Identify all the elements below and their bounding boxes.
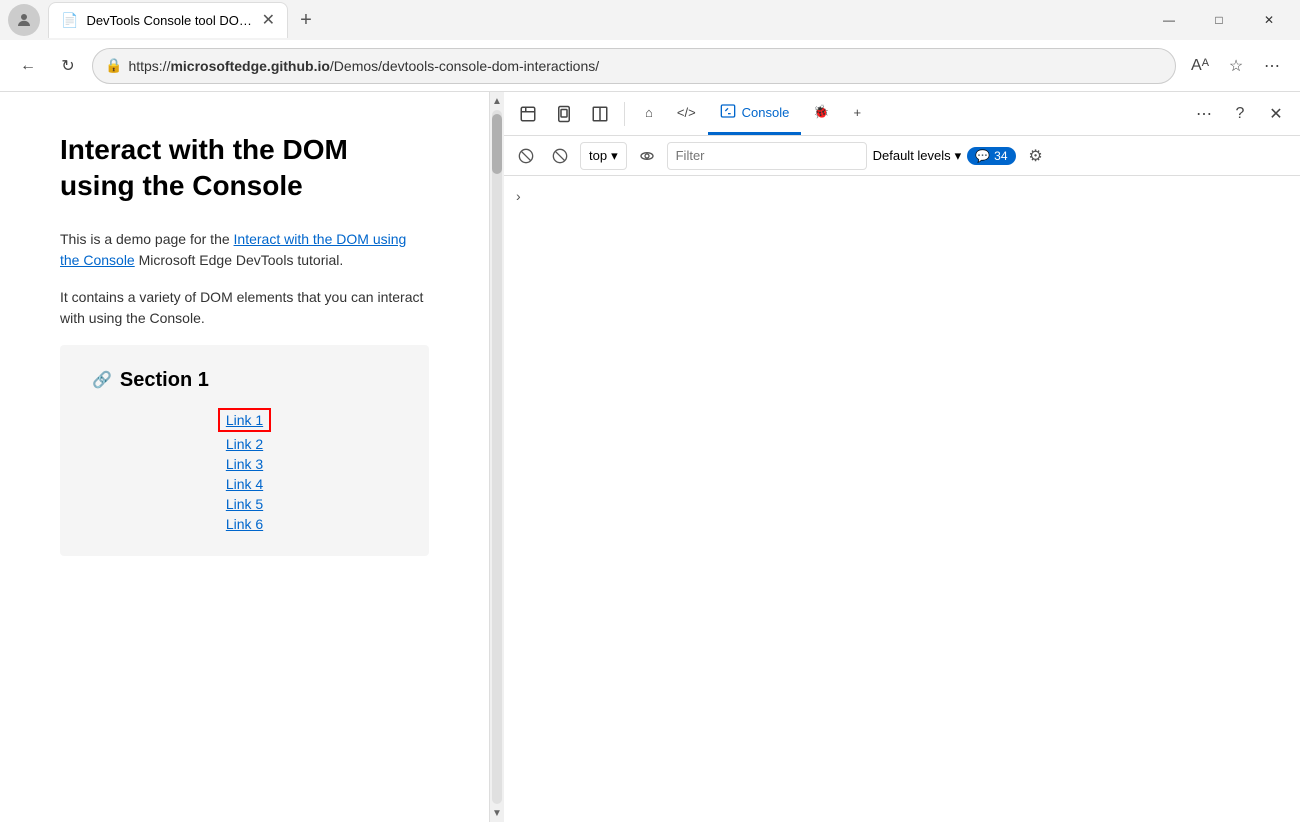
page-heading: Interact with the DOM using the Console xyxy=(60,132,429,205)
scroll-indicator: ▲ ▼ xyxy=(490,92,504,822)
close-button[interactable]: ✕ xyxy=(1246,4,1292,36)
console-toolbar: top ▾ Default levels ▾ 💬 34 ⚙ xyxy=(504,136,1300,176)
url-bar[interactable]: 🔒 https://microsoftedge.github.io/Demos/… xyxy=(92,48,1176,84)
main-area: Interact with the DOM using the Console … xyxy=(0,92,1300,822)
window-controls: — □ ✕ xyxy=(1146,4,1292,36)
levels-dropdown-icon: ▾ xyxy=(955,148,962,164)
tab-icon: 📄 xyxy=(61,12,78,29)
paragraph-1: This is a demo page for the Interact wit… xyxy=(60,229,429,271)
scroll-track xyxy=(492,110,502,804)
title-bar: 📄 DevTools Console tool DOM inte ✕ + — □… xyxy=(0,0,1300,40)
maximize-button[interactable]: □ xyxy=(1196,4,1242,36)
section-link-4[interactable]: Link 4 xyxy=(226,476,263,492)
message-count-badge: 💬 34 xyxy=(967,147,1015,165)
tab-elements[interactable]: ⌂ xyxy=(633,92,665,135)
new-tab-button[interactable]: + xyxy=(292,6,320,34)
section-link-3[interactable]: Link 3 xyxy=(226,456,263,472)
devtools-tabs: ⌂ </> Console 🐞 + xyxy=(633,92,873,135)
devtools-toolbar: ⌂ </> Console 🐞 + ⋯ xyxy=(504,92,1300,136)
default-levels-selector[interactable]: Default levels ▾ xyxy=(873,148,962,164)
devtools-panel: ⌂ </> Console 🐞 + ⋯ xyxy=(504,92,1300,822)
console-settings-button[interactable]: ⚙ xyxy=(1022,142,1050,170)
console-tab-label: Console xyxy=(742,105,790,120)
profile-icon[interactable] xyxy=(8,4,40,36)
url-text: https://microsoftedge.github.io/Demos/de… xyxy=(128,58,599,74)
url-prefix: https:// xyxy=(128,58,170,74)
paragraph-1-prefix: This is a demo page for the xyxy=(60,231,234,247)
url-path: /Demos/devtools-console-dom-interactions… xyxy=(330,58,599,74)
tab-title: DevTools Console tool DOM inte xyxy=(86,13,253,28)
console-content: › xyxy=(504,176,1300,822)
minimize-button[interactable]: — xyxy=(1146,4,1192,36)
context-label: top xyxy=(589,148,607,163)
add-tab-icon: + xyxy=(854,105,862,120)
home-icon: ⌂ xyxy=(645,105,653,120)
message-count-value: 34 xyxy=(994,149,1007,163)
section-1-box: 🔗 Section 1 Link 1 Link 2 Link 3 Link 4 … xyxy=(60,345,429,556)
scroll-thumb[interactable] xyxy=(492,114,502,174)
tab-sources[interactable]: </> xyxy=(665,92,708,135)
device-mode-button[interactable] xyxy=(548,98,580,130)
tab-add[interactable]: + xyxy=(842,92,874,135)
console-tab-icon xyxy=(720,103,736,122)
tab-bar: 📄 DevTools Console tool DOM inte ✕ + xyxy=(48,2,1146,38)
devtools-help-button[interactable]: ? xyxy=(1224,98,1256,130)
url-domain: microsoftedge.github.io xyxy=(170,58,329,74)
scroll-down-arrow[interactable]: ▼ xyxy=(490,806,504,820)
eye-button[interactable] xyxy=(633,142,661,170)
clear-console-button[interactable] xyxy=(512,142,540,170)
more-options-button[interactable]: ⋯ xyxy=(1256,50,1288,82)
active-tab[interactable]: 📄 DevTools Console tool DOM inte ✕ xyxy=(48,2,288,38)
section-1-heading: 🔗 Section 1 xyxy=(92,369,397,392)
tab-console[interactable]: Console xyxy=(708,92,802,135)
address-actions: Aᴬ ☆ ⋯ xyxy=(1184,50,1288,82)
lock-icon: 🔒 xyxy=(105,57,122,74)
devtools-toolbar-end: ⋯ ? ✕ xyxy=(1188,98,1292,130)
bug-icon: 🐞 xyxy=(813,104,829,120)
scroll-up-arrow[interactable]: ▲ xyxy=(490,94,504,108)
back-button[interactable]: ← xyxy=(12,50,44,82)
section-1-title: Section 1 xyxy=(120,369,209,392)
console-prompt[interactable]: › xyxy=(512,184,532,208)
read-aloud-button[interactable]: Aᴬ xyxy=(1184,50,1216,82)
section-1-links: Link 1 Link 2 Link 3 Link 4 Link 5 Link … xyxy=(92,408,397,532)
devtools-close-button[interactable]: ✕ xyxy=(1260,98,1292,130)
source-icon: </> xyxy=(677,105,696,120)
favorites-button[interactable]: ☆ xyxy=(1220,50,1252,82)
tab-debug[interactable]: 🐞 xyxy=(801,92,841,135)
message-count-icon: 💬 xyxy=(975,149,990,163)
section-link-2[interactable]: Link 2 xyxy=(226,436,263,452)
section-link-5[interactable]: Link 5 xyxy=(226,496,263,512)
section-link-6[interactable]: Link 6 xyxy=(226,516,263,532)
section-link-1[interactable]: Link 1 xyxy=(218,408,271,432)
context-selector[interactable]: top ▾ xyxy=(580,142,627,170)
toggle-panel-button[interactable] xyxy=(584,98,616,130)
refresh-button[interactable]: ↻ xyxy=(52,50,84,82)
inspect-element-button[interactable] xyxy=(512,98,544,130)
tab-close-button[interactable]: ✕ xyxy=(262,13,275,29)
webpage-content: Interact with the DOM using the Console … xyxy=(0,92,490,822)
paragraph-2: It contains a variety of DOM elements th… xyxy=(60,287,429,329)
filter-input[interactable] xyxy=(667,142,867,170)
filter-button[interactable] xyxy=(546,142,574,170)
toolbar-separator xyxy=(624,102,625,126)
chain-icon: 🔗 xyxy=(92,370,112,390)
paragraph-1-suffix: Microsoft Edge DevTools tutorial. xyxy=(135,252,344,268)
devtools-more-button[interactable]: ⋯ xyxy=(1188,98,1220,130)
context-dropdown-icon: ▾ xyxy=(611,148,618,164)
default-levels-label: Default levels xyxy=(873,148,951,163)
address-bar: ← ↻ 🔒 https://microsoftedge.github.io/De… xyxy=(0,40,1300,92)
